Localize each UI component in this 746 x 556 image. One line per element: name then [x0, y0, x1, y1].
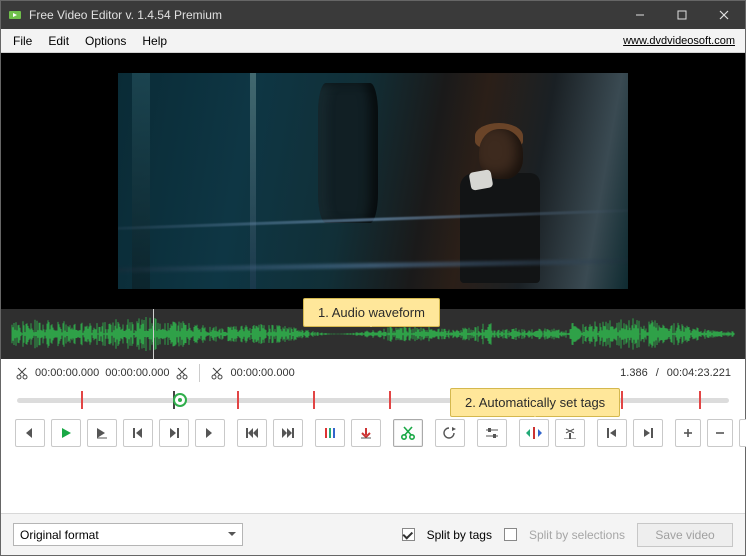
go-start-button[interactable] — [237, 419, 267, 447]
transport-toolbar: 1X — [1, 413, 745, 453]
play-button[interactable] — [51, 419, 81, 447]
timeline-tick[interactable] — [389, 391, 391, 409]
scissors-left-icon — [15, 366, 29, 380]
menu-help[interactable]: Help — [134, 31, 175, 51]
menu-edit[interactable]: Edit — [40, 31, 77, 51]
timeline-slider[interactable] — [1, 387, 745, 413]
play-selection-button[interactable] — [87, 419, 117, 447]
trim-end-button[interactable] — [633, 419, 663, 447]
zoom-level-button[interactable]: 1X — [739, 419, 746, 447]
timeline-tick[interactable] — [621, 391, 623, 409]
selection-end-time: 00:00:00.000 — [105, 367, 169, 379]
scissors-cut-icon — [210, 366, 224, 380]
output-format-select[interactable]: Original format — [13, 523, 243, 546]
split-by-tags-label: Split by tags — [427, 528, 492, 542]
settings-sliders-button[interactable] — [477, 419, 507, 447]
time-separator: / — [656, 367, 659, 379]
rotate-button[interactable] — [435, 419, 465, 447]
maximize-button[interactable] — [661, 1, 703, 29]
step-forward-button[interactable] — [195, 419, 225, 447]
waveform-playhead[interactable] — [153, 309, 154, 359]
cut-position-time: 00:00:00.000 — [230, 367, 294, 379]
chevron-down-icon — [228, 532, 236, 540]
split-by-selections-checkbox[interactable] — [504, 528, 517, 541]
timeline-tick[interactable] — [313, 391, 315, 409]
timeline-tick[interactable] — [237, 391, 239, 409]
minimize-button[interactable] — [619, 1, 661, 29]
menubar: File Edit Options Help www.dvdvideosoft.… — [1, 29, 745, 53]
close-button[interactable] — [703, 1, 745, 29]
total-duration: 00:04:23.221 — [667, 367, 731, 379]
selection-start-time: 00:00:00.000 — [35, 367, 99, 379]
zoom-in-button[interactable] — [675, 419, 701, 447]
cut-button[interactable] — [393, 419, 423, 447]
menu-file[interactable]: File — [5, 31, 40, 51]
timeline-tick[interactable] — [699, 391, 701, 409]
titlebar: Free Video Editor v. 1.4.54 Premium — [1, 1, 745, 29]
video-preview[interactable] — [1, 53, 745, 309]
current-time-partial: 1.386 — [620, 367, 648, 379]
prev-frame-button[interactable] — [123, 419, 153, 447]
step-back-button[interactable] — [15, 419, 45, 447]
set-marker-button[interactable] — [351, 419, 381, 447]
trim-start-button[interactable] — [597, 419, 627, 447]
menu-options[interactable]: Options — [77, 31, 134, 51]
annotation-auto-tags: 2. Automatically set tags — [450, 388, 620, 417]
scissors-right-icon — [175, 366, 189, 380]
timeline-tick[interactable] — [81, 391, 83, 409]
video-frame — [118, 73, 628, 289]
split-by-selections-label: Split by selections — [529, 528, 625, 542]
annotation-waveform: 1. Audio waveform — [303, 298, 440, 327]
site-link[interactable]: www.dvdvideosoft.com — [623, 35, 735, 47]
window-title: Free Video Editor v. 1.4.54 Premium — [29, 8, 222, 22]
bottom-bar: Original format Split by tags Split by s… — [1, 513, 745, 555]
slider-thumb[interactable] — [173, 393, 187, 407]
markers-button[interactable] — [315, 419, 345, 447]
output-format-value: Original format — [20, 528, 99, 542]
split-by-tags-checkbox[interactable] — [402, 528, 415, 541]
zoom-out-button[interactable] — [707, 419, 733, 447]
app-icon — [7, 7, 23, 23]
save-video-button[interactable]: Save video — [637, 523, 733, 547]
next-frame-button[interactable] — [159, 419, 189, 447]
clear-tags-button[interactable] — [555, 419, 585, 447]
go-end-button[interactable] — [273, 419, 303, 447]
timecode-row: 00:00:00.000 00:00:00.000 00:00:00.000 1… — [1, 359, 745, 387]
